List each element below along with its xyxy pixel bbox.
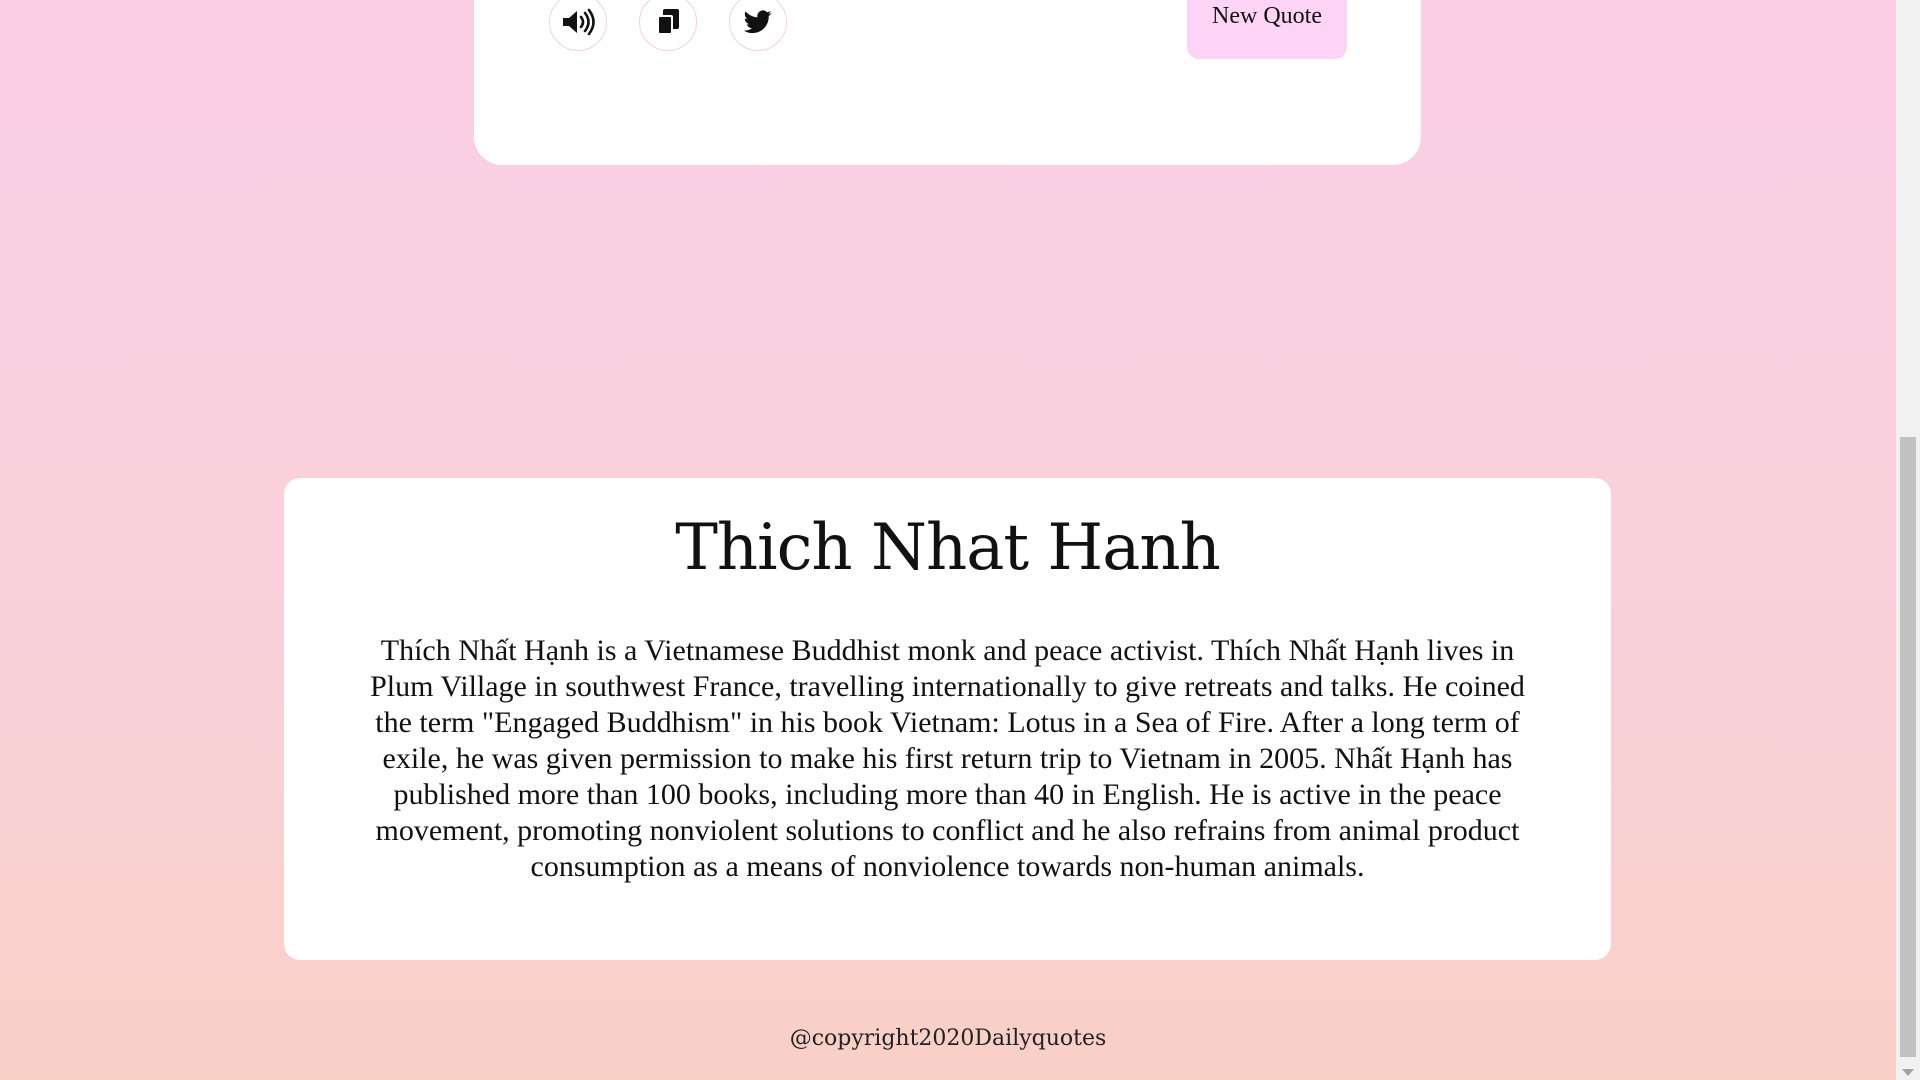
footer-copyright: @copyright2020Dailyquotes [789,1026,1107,1051]
twitter-icon [744,10,772,34]
page-viewport: New Quote Thich Nhat Hanh Thích Nhất Hạn… [0,0,1896,1080]
author-name: Thich Nhat Hanh [675,511,1221,585]
vertical-scrollbar[interactable] [1896,0,1920,1080]
author-bio-card: Thich Nhat Hanh Thích Nhất Hạnh is a Vie… [284,478,1611,960]
scroll-down-arrow-icon[interactable] [1902,1069,1914,1076]
copy-button[interactable] [639,0,697,51]
quote-card: New Quote [474,0,1421,165]
new-quote-button[interactable]: New Quote [1187,0,1347,59]
author-bio: Thích Nhất Hạnh is a Vietnamese Buddhist… [370,634,1525,883]
speak-button[interactable] [549,0,607,51]
speaker-icon [561,8,595,36]
scrollbar-thumb[interactable] [1900,437,1916,1057]
copy-icon [654,7,682,37]
tweet-button[interactable] [729,0,787,51]
